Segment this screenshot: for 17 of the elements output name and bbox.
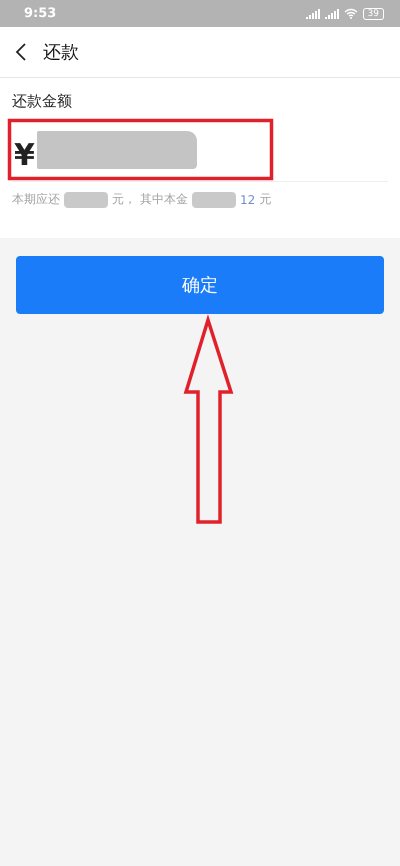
confirm-button[interactable]: 确定: [16, 256, 384, 314]
signal-icon: [324, 8, 339, 18]
amount-field[interactable]: ¥: [12, 119, 388, 182]
signal-icon: [306, 8, 320, 18]
redaction-mark: [64, 192, 108, 208]
hint-text: 元: [259, 191, 272, 208]
wifi-icon: [344, 8, 358, 19]
hint-text: 本期应还: [12, 191, 60, 208]
hint-text: 其中本金: [140, 191, 188, 208]
field-label: 还款金额: [12, 92, 73, 111]
hint-text: 元，: [112, 191, 136, 208]
redaction-mark: [192, 192, 236, 208]
page-title: 还款: [43, 41, 79, 64]
status-time: 9:53: [24, 6, 56, 21]
back-button[interactable]: [15, 42, 27, 62]
battery-level: 39: [362, 8, 384, 20]
amount-text: 12: [240, 192, 256, 206]
